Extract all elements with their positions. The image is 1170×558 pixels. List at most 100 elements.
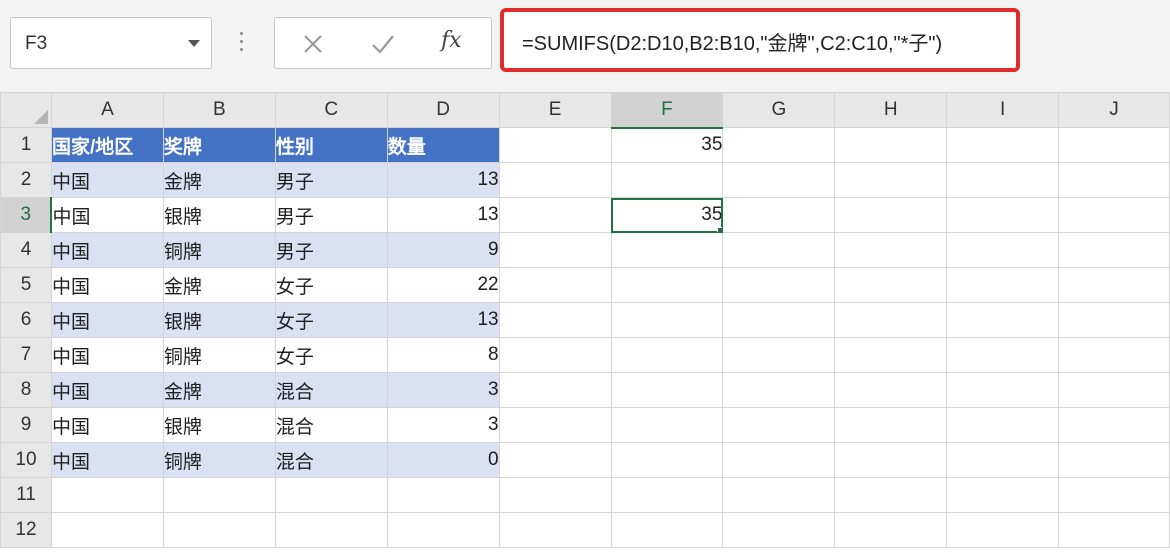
cell-i11[interactable] <box>946 477 1060 513</box>
cell-a5[interactable]: 中国 <box>50 267 164 303</box>
cell-a11[interactable] <box>50 477 164 513</box>
cell-e5[interactable] <box>498 267 612 303</box>
row-header-9[interactable]: 9 <box>0 407 52 443</box>
cell-f9[interactable] <box>610 407 724 443</box>
cell-f8[interactable] <box>610 372 724 408</box>
formula-input[interactable]: =SUMIFS(D2:D10,B2:B10,"金牌",C2:C10,"*子") <box>500 8 1020 72</box>
column-header-j[interactable]: J <box>1058 92 1170 128</box>
column-header-h[interactable]: H <box>834 92 948 128</box>
cell-j9[interactable] <box>1058 407 1170 443</box>
cell-d5[interactable]: 22 <box>386 267 500 303</box>
cell-b10[interactable]: 铜牌 <box>162 442 276 478</box>
cell-e4[interactable] <box>498 232 612 268</box>
cell-h10[interactable] <box>834 442 948 478</box>
cell-d8[interactable]: 3 <box>386 372 500 408</box>
cell-g7[interactable] <box>722 337 836 373</box>
cell-g8[interactable] <box>722 372 836 408</box>
column-header-b[interactable]: B <box>162 92 276 128</box>
row-header-7[interactable]: 7 <box>0 337 52 373</box>
cell-b9[interactable]: 银牌 <box>162 407 276 443</box>
cell-i4[interactable] <box>946 232 1060 268</box>
cell-g1[interactable] <box>722 127 836 163</box>
cell-e10[interactable] <box>498 442 612 478</box>
column-header-a[interactable]: A <box>50 92 164 128</box>
cell-d2[interactable]: 13 <box>386 162 500 198</box>
cell-g11[interactable] <box>722 477 836 513</box>
cell-e1[interactable] <box>498 127 612 163</box>
cell-c7[interactable]: 女子 <box>274 337 388 373</box>
row-header-2[interactable]: 2 <box>0 162 52 198</box>
cell-j6[interactable] <box>1058 302 1170 338</box>
cell-f5[interactable] <box>610 267 724 303</box>
cell-j4[interactable] <box>1058 232 1170 268</box>
name-box[interactable]: F3 <box>10 17 212 69</box>
cell-i7[interactable] <box>946 337 1060 373</box>
cell-b1[interactable]: 奖牌 <box>162 127 276 163</box>
vertical-dots-icon[interactable] <box>240 32 244 54</box>
cell-j11[interactable] <box>1058 477 1170 513</box>
cell-e7[interactable] <box>498 337 612 373</box>
cell-j10[interactable] <box>1058 442 1170 478</box>
cell-j1[interactable] <box>1058 127 1170 163</box>
select-all-button[interactable] <box>0 92 52 128</box>
column-header-g[interactable]: G <box>722 92 836 128</box>
cancel-icon[interactable] <box>299 30 327 58</box>
check-icon[interactable] <box>369 30 397 58</box>
cell-h4[interactable] <box>834 232 948 268</box>
function-icon[interactable]: fx <box>441 28 462 53</box>
row-header-6[interactable]: 6 <box>0 302 52 338</box>
cell-c2[interactable]: 男子 <box>274 162 388 198</box>
cell-d1[interactable]: 数量 <box>386 127 500 163</box>
cell-g5[interactable] <box>722 267 836 303</box>
column-header-f[interactable]: F <box>610 92 724 129</box>
cell-i6[interactable] <box>946 302 1060 338</box>
cell-c4[interactable]: 男子 <box>274 232 388 268</box>
cell-d9[interactable]: 3 <box>386 407 500 443</box>
row-header-4[interactable]: 4 <box>0 232 52 268</box>
cell-b5[interactable]: 金牌 <box>162 267 276 303</box>
row-header-1[interactable]: 1 <box>0 127 52 163</box>
cell-j8[interactable] <box>1058 372 1170 408</box>
row-header-5[interactable]: 5 <box>0 267 52 303</box>
cell-a2[interactable]: 中国 <box>50 162 164 198</box>
cell-j2[interactable] <box>1058 162 1170 198</box>
cell-f4[interactable] <box>610 232 724 268</box>
cell-c5[interactable]: 女子 <box>274 267 388 303</box>
cell-j3[interactable] <box>1058 197 1170 233</box>
cell-b4[interactable]: 铜牌 <box>162 232 276 268</box>
cell-e6[interactable] <box>498 302 612 338</box>
cell-d10[interactable]: 0 <box>386 442 500 478</box>
cell-e8[interactable] <box>498 372 612 408</box>
cell-i1[interactable] <box>946 127 1060 163</box>
cell-b3[interactable]: 银牌 <box>162 197 276 233</box>
cell-b2[interactable]: 金牌 <box>162 162 276 198</box>
cell-h8[interactable] <box>834 372 948 408</box>
cell-d12[interactable] <box>386 512 500 548</box>
cell-g10[interactable] <box>722 442 836 478</box>
cell-e12[interactable] <box>498 512 612 548</box>
cell-e11[interactable] <box>498 477 612 513</box>
cell-h6[interactable] <box>834 302 948 338</box>
column-header-c[interactable]: C <box>274 92 388 128</box>
cell-a12[interactable] <box>50 512 164 548</box>
cell-h1[interactable] <box>834 127 948 163</box>
cell-f1[interactable]: 35 <box>610 127 724 163</box>
cell-h9[interactable] <box>834 407 948 443</box>
cell-h2[interactable] <box>834 162 948 198</box>
cell-e2[interactable] <box>498 162 612 198</box>
column-header-i[interactable]: I <box>946 92 1060 128</box>
cell-c6[interactable]: 女子 <box>274 302 388 338</box>
cell-f11[interactable] <box>610 477 724 513</box>
chevron-down-icon[interactable] <box>188 40 200 47</box>
cell-a6[interactable]: 中国 <box>50 302 164 338</box>
cell-c10[interactable]: 混合 <box>274 442 388 478</box>
cell-h3[interactable] <box>834 197 948 233</box>
cell-j12[interactable] <box>1058 512 1170 548</box>
cell-d11[interactable] <box>386 477 500 513</box>
cell-j7[interactable] <box>1058 337 1170 373</box>
cell-f12[interactable] <box>610 512 724 548</box>
row-header-11[interactable]: 11 <box>0 477 52 513</box>
cell-b6[interactable]: 银牌 <box>162 302 276 338</box>
cell-e9[interactable] <box>498 407 612 443</box>
cell-a1[interactable]: 国家/地区 <box>50 127 164 163</box>
